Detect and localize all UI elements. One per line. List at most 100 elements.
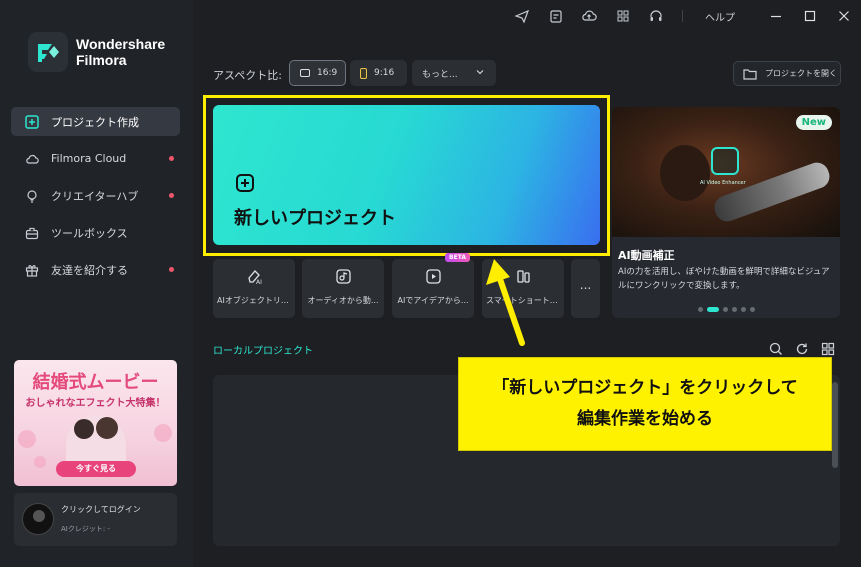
tool-label: AIオブジェクトリム... [217,296,291,305]
maximize-icon[interactable] [802,8,818,24]
cloud-icon [25,152,39,166]
svg-text:AI: AI [256,279,262,285]
banner-description: AIの力を活用し、ぼやけた動画を鮮明で詳細なビジュアルにワンクリックで変換します… [618,267,830,291]
aspect-16-9-button[interactable]: 16:9 [289,60,346,86]
aspect-9-16-button[interactable]: 9:16 [350,60,407,86]
tool-label: オーディオから動... [307,296,379,305]
couple-image [66,415,126,465]
tool-audio-to-video[interactable]: オーディオから動... [302,259,384,318]
beta-badge: BETA [445,253,470,262]
carousel-dot-active[interactable] [707,307,719,312]
sidebar-nav: プロジェクト作成 Filmora Cloud クリエイターハブ ツールボックス [11,107,180,292]
sidebar-item-label: 友達を紹介する [51,263,128,277]
grid-view-icon[interactable] [820,341,836,357]
minimize-icon[interactable] [768,8,784,24]
sidebar-item-creator-hub[interactable]: クリエイターハブ [11,181,180,210]
sidebar-item-refer-friend[interactable]: 友達を紹介する [11,255,180,284]
avatar [22,503,54,535]
new-project-label: 新しいプロジェクト [234,208,396,229]
smart-short-clip-icon [515,268,532,285]
ai-chip-icon [711,147,739,175]
sidebar: Wondershare Filmora プロジェクト作成 Filmora Clo… [0,0,193,567]
feature-banner[interactable]: AI Video Enhancer New AI動画補正 AIの力を活用し、ぼや… [612,107,840,318]
send-icon[interactable] [514,8,530,24]
local-projects-title: ローカルプロジェクト [213,346,313,357]
callout-line1: 「新しいプロジェクト」をクリックして [492,378,798,398]
flower-decoration [34,456,46,468]
folder-icon [743,68,757,80]
search-icon[interactable] [768,341,784,357]
sidebar-item-toolbox[interactable]: ツールボックス [11,218,180,247]
carousel-dots[interactable] [698,307,755,312]
aspect-more-dropdown[interactable]: もっと... [412,60,496,86]
banner-image-caption: AI Video Enhancer [700,180,746,186]
eraser-ai-icon: AI [246,268,263,286]
tool-label: スマートショートク... [486,296,560,305]
title-bar: ヘルプ [193,0,861,32]
carousel-dot[interactable] [732,307,737,312]
new-project-button[interactable]: 新しいプロジェクト [213,105,600,245]
brand-line2: Filmora [76,52,127,68]
sidebar-item-label: クリエイターハブ [51,189,139,203]
instruction-callout: 「新しいプロジェクト」をクリックして 編集作業を始める [458,357,832,451]
sidebar-item-filmora-cloud[interactable]: Filmora Cloud [11,144,180,173]
grid-icon[interactable] [615,8,631,24]
app-logo: Wondershare Filmora [28,32,165,72]
tool-smart-short-clip[interactable]: スマートショートク... [482,259,564,318]
wedding-promo-banner[interactable]: 結婚式ムービー おしゃれなエフェクト大特集！ 今すぐ見る [14,360,177,486]
tool-ai-object-remover[interactable]: AI AIオブジェクトリム... [213,259,295,318]
brand-line1: Wondershare [76,36,166,52]
gift-icon [25,263,39,277]
ai-credits: AIクレジット: - [61,525,110,533]
local-projects-toolbar [768,341,836,357]
filmora-logo-icon [28,32,68,72]
aspect-ratio-label: アスペクト比: [213,69,282,82]
sidebar-item-label: ツールボックス [51,226,128,240]
new-project-icon [25,114,39,129]
bulb-icon [25,189,39,203]
scrollbar[interactable] [832,382,838,468]
portrait-icon [360,67,367,79]
notification-dot [169,267,174,272]
help-menu[interactable]: ヘルプ [705,9,735,24]
carousel-dot[interactable] [741,307,746,312]
plus-icon [235,173,255,193]
banner-title: AI動画補正 [618,249,675,262]
headset-icon[interactable] [648,8,664,24]
carousel-dot[interactable] [750,307,755,312]
login-panel[interactable]: クリックしてログイン AIクレジット: - [14,493,177,546]
close-icon[interactable] [836,8,852,24]
new-badge: New [795,115,832,130]
open-project-button[interactable]: プロジェクトを開く [733,61,841,86]
tool-idea-to-video[interactable]: BETA AIでアイデアから... [392,253,474,318]
refresh-icon[interactable] [794,341,810,357]
notification-dot [169,156,174,161]
aspect-16-9-label: 16:9 [317,68,338,78]
aspect-9-16-label: 9:16 [374,68,395,78]
carousel-dot[interactable] [698,307,703,312]
flower-decoration [154,424,172,442]
sidebar-item-create-project[interactable]: プロジェクト作成 [11,107,180,136]
promo-watch-now-button[interactable]: 今すぐ見る [56,461,136,477]
sidebar-item-label: プロジェクト作成 [51,115,139,129]
open-project-label: プロジェクトを開く [765,69,837,78]
toolbox-icon [25,226,39,240]
flower-decoration [18,430,36,448]
promo-title: 結婚式ムービー [32,372,159,393]
divider [682,10,683,22]
notification-dot [169,193,174,198]
login-prompt: クリックしてログイン [61,505,141,514]
more-tools-button[interactable]: ... [571,259,600,318]
clipboard-icon[interactable] [548,8,564,24]
audio-to-video-icon [335,268,352,285]
carousel-dot[interactable] [723,307,728,312]
idea-to-video-icon [425,268,442,285]
landscape-icon [300,69,310,77]
tool-label: AIでアイデアから... [397,296,469,305]
chevron-down-icon [476,68,484,79]
aspect-more-label: もっと... [422,69,458,80]
sidebar-item-label: Filmora Cloud [51,152,127,165]
cloud-upload-icon[interactable] [581,8,597,24]
callout-line2: 編集作業を始める [577,409,713,429]
promo-subtitle: おしゃれなエフェクト大特集！ [25,398,166,409]
